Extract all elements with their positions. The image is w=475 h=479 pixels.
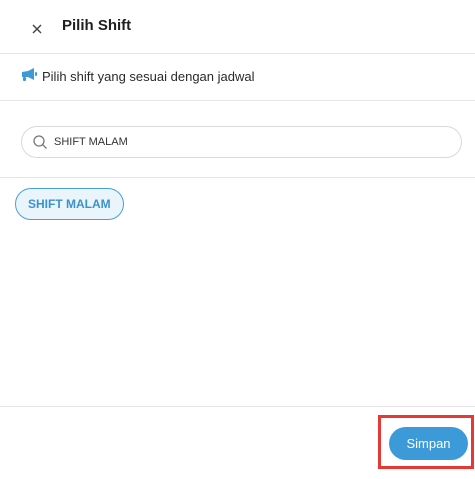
info-banner: Pilih shift yang sesuai dengan jadwal bbox=[0, 54, 475, 101]
megaphone-icon bbox=[22, 68, 37, 81]
search-box[interactable] bbox=[21, 126, 462, 158]
info-text: Pilih shift yang sesuai dengan jadwal bbox=[42, 69, 255, 84]
pilih-shift-dialog: Pilih Shift Pilih shift yang sesuai deng… bbox=[0, 0, 475, 479]
search-input[interactable] bbox=[54, 127, 454, 157]
dialog-title: Pilih Shift bbox=[62, 17, 132, 34]
search-area bbox=[0, 101, 475, 178]
dialog-footer: Simpan bbox=[0, 406, 475, 479]
shift-option-chip[interactable]: SHIFT MALAM bbox=[15, 188, 124, 220]
close-icon bbox=[32, 24, 42, 34]
save-button[interactable]: Simpan bbox=[389, 427, 468, 460]
close-button[interactable] bbox=[26, 18, 48, 40]
search-icon bbox=[33, 135, 47, 149]
dialog-header: Pilih Shift bbox=[0, 0, 475, 54]
